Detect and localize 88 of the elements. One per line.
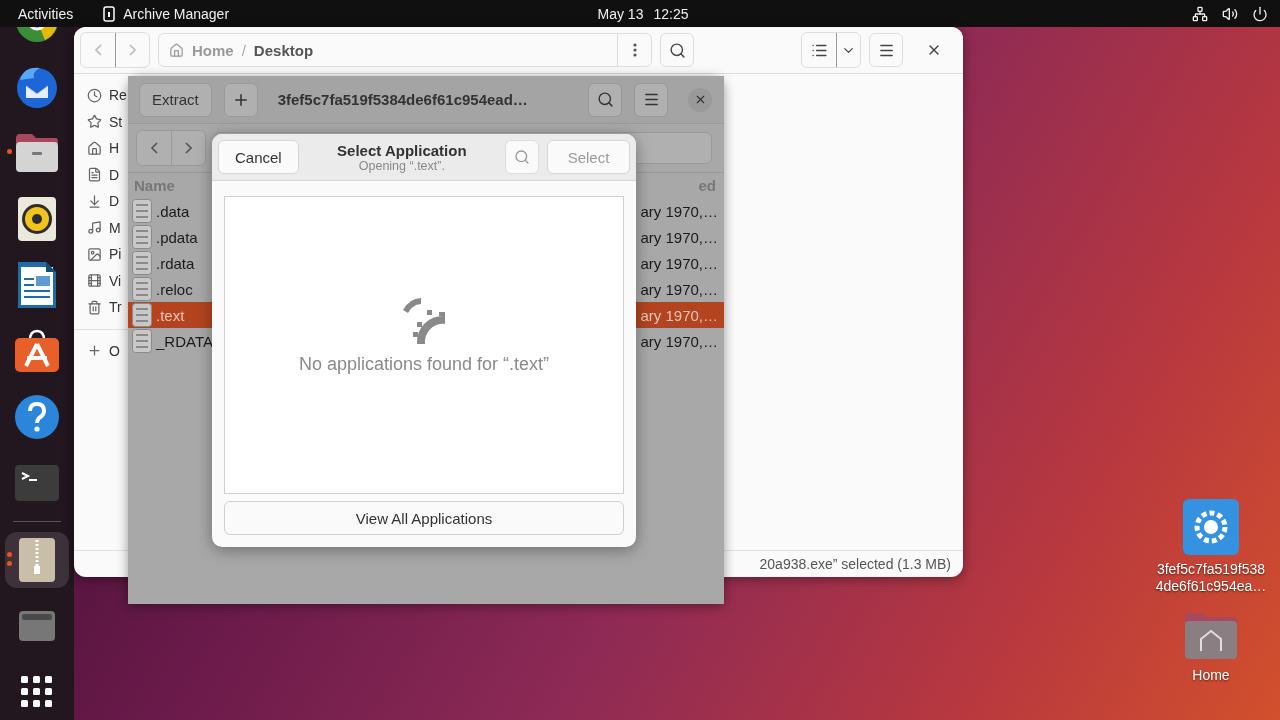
date-cell: ary 1970,… [640, 280, 718, 298]
file-name: .text [156, 306, 185, 324]
help-icon [14, 394, 60, 440]
date-cell: ary 1970,… [640, 202, 718, 220]
app-menu[interactable]: Archive Manager [103, 5, 230, 22]
sidebar-item[interactable]: Re [74, 82, 127, 108]
date-cell: ary 1970,… [640, 332, 718, 350]
chevron-left-icon [94, 44, 102, 56]
sidebar-item[interactable]: Vi [74, 267, 122, 294]
chevron-right-icon [129, 44, 136, 56]
binary-file-icon [132, 329, 152, 353]
file-name: .data [156, 202, 190, 220]
power-icon[interactable] [1252, 5, 1268, 22]
speaker-icon [18, 197, 56, 241]
file-name: .pdata [156, 228, 198, 246]
binary-file-icon [132, 251, 152, 275]
app-grid-icon [21, 676, 53, 708]
sidebar-item[interactable]: D [74, 188, 120, 214]
menu-button[interactable] [634, 82, 668, 117]
recent-icon [87, 87, 102, 103]
starred-icon [87, 114, 102, 129]
file-name: .reloc [156, 280, 193, 298]
videos-icon [87, 273, 102, 288]
close-button[interactable] [688, 87, 712, 112]
network-icon[interactable] [1192, 5, 1208, 22]
cancel-button[interactable]: Cancel [218, 140, 299, 174]
desktop-icon-label[interactable]: 4de6f61c954ea… [1155, 577, 1267, 595]
document-icon [18, 262, 56, 308]
status-text: 20a938.exe” selected (1.3 MB) [759, 556, 951, 572]
trash-icon [87, 299, 102, 315]
folder-icon [14, 132, 60, 174]
desktop-icon-label[interactable]: Home [1192, 666, 1230, 684]
sidebar-item[interactable]: O [74, 337, 120, 364]
empty-message: No applications found for “.text” [298, 353, 550, 375]
binary-file-icon [132, 199, 152, 223]
path-separator: / [241, 41, 246, 59]
volume-icon[interactable] [1222, 5, 1238, 22]
date-cell: ary 1970,… [640, 254, 718, 272]
activities-button[interactable]: Activities [18, 5, 74, 22]
extract-button[interactable]: Extract [139, 82, 212, 117]
sidebar-item[interactable]: M [74, 214, 121, 241]
search-button[interactable] [588, 82, 622, 117]
drive-icon [19, 611, 55, 641]
search-icon [596, 91, 614, 108]
binary-file-icon [132, 303, 152, 327]
app-name: Archive Manager [123, 5, 230, 22]
running-indicator [7, 149, 12, 154]
path-crumb[interactable]: Desktop [253, 41, 314, 59]
sidebar-item[interactable]: St [74, 108, 123, 135]
sidebar-item[interactable]: Pi [74, 241, 122, 267]
clock-date[interactable]: May 13 [597, 5, 644, 22]
search-icon [668, 41, 686, 59]
home-icon [87, 140, 102, 156]
home-icon [169, 42, 184, 58]
file-name: .rdata [156, 254, 195, 272]
documents-icon [87, 167, 102, 182]
downloads-icon [87, 193, 102, 209]
chevron-right-icon [185, 142, 192, 154]
dialog-title: Select Application [337, 141, 467, 159]
binary-file-icon [132, 277, 152, 301]
search-icon [514, 149, 530, 165]
shopping-bag-icon [14, 328, 60, 374]
music-icon [87, 220, 102, 235]
view-all-button[interactable]: View All Applications [224, 501, 624, 535]
more-icon [632, 43, 637, 57]
chevron-left-icon [150, 142, 158, 154]
terminal-icon [15, 465, 59, 501]
dock-item[interactable] [5, 532, 69, 588]
file-name: _RDATA [156, 332, 213, 350]
add-button[interactable] [223, 82, 258, 117]
gear-icon [1183, 499, 1239, 555]
clock-time[interactable]: 12:25 [653, 5, 689, 22]
zip-icon [103, 5, 116, 22]
desktop-icon-label[interactable]: 3fef5c7fa519f538 [1156, 561, 1266, 578]
dialog-subtitle: Opening “.text”. [358, 158, 445, 173]
menu-icon [642, 91, 660, 108]
plus-icon [87, 343, 102, 358]
date-cell: ary 1970,… [640, 228, 718, 246]
date-cell: ary 1970,… [640, 306, 718, 324]
binary-file-icon [132, 225, 152, 249]
path-bar[interactable]: Home / Desktop [158, 33, 652, 67]
window-title: 3fef5c7fa519f5384de6f61c954ead… [277, 91, 528, 108]
sidebar-item[interactable]: Tr [74, 294, 122, 320]
pictures-icon [87, 246, 102, 262]
home-folder-icon [1183, 610, 1239, 661]
zip-icon [19, 538, 55, 582]
sidebar-item[interactable]: D [74, 161, 120, 188]
sidebar-item[interactable]: H [74, 135, 120, 161]
